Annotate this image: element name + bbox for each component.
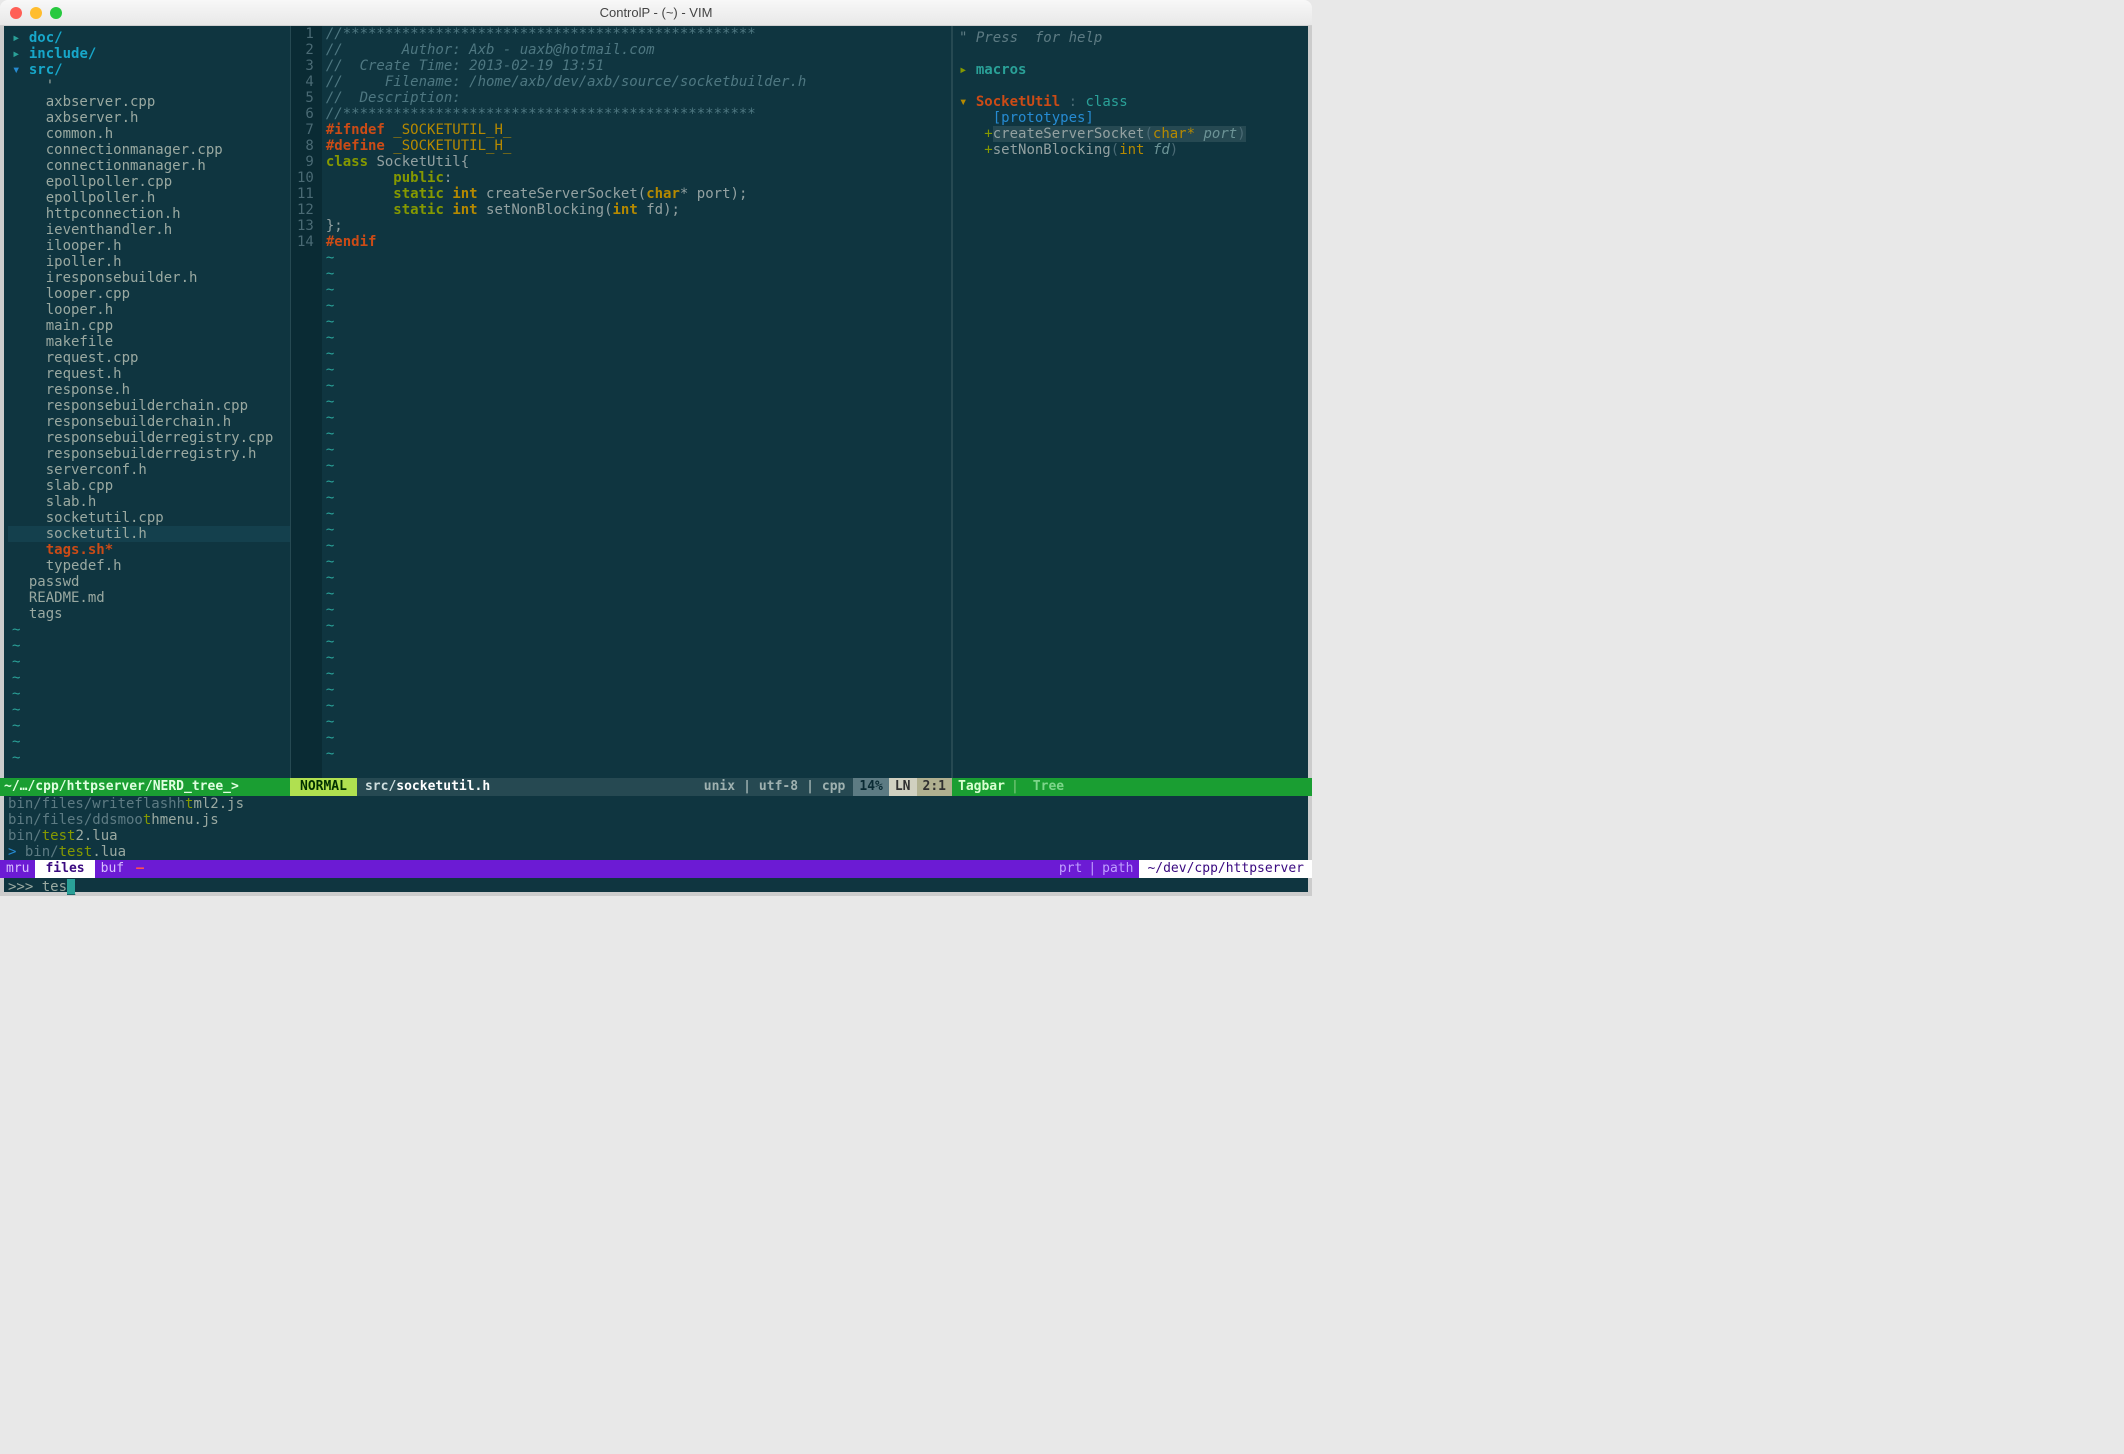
tree-file[interactable]: axbserver.h bbox=[8, 110, 290, 126]
tree-file[interactable]: tags bbox=[8, 606, 290, 622]
tree-file[interactable]: main.cpp bbox=[8, 318, 290, 334]
vim-window: ControlP - (~) - VIM ▸ doc/▸ include/▾ s… bbox=[0, 0, 1312, 896]
statusline-tagbar: Tagbar | Tree bbox=[952, 778, 1312, 796]
tree-file[interactable]: socketutil.cpp bbox=[8, 510, 290, 526]
tree-file[interactable]: socketutil.h bbox=[8, 526, 290, 542]
line-number-gutter: 1234567891011121314 bbox=[291, 26, 322, 778]
window-title: ControlP - (~) - VIM bbox=[0, 5, 1312, 20]
tree-file[interactable]: slab.cpp bbox=[8, 478, 290, 494]
ctrlp-path: path bbox=[1096, 860, 1139, 878]
tree-file[interactable]: responsebuilderchain.cpp bbox=[8, 398, 290, 414]
titlebar: ControlP - (~) - VIM bbox=[0, 0, 1312, 26]
tree-file[interactable]: serverconf.h bbox=[8, 462, 290, 478]
tree-file[interactable]: makefile bbox=[8, 334, 290, 350]
status-filetype: cpp bbox=[814, 778, 853, 796]
cursor-icon: _ bbox=[67, 879, 75, 895]
tree-file[interactable]: README.md bbox=[8, 590, 290, 606]
status-file: src/socketutil.h bbox=[357, 778, 498, 796]
tree-file[interactable]: slab.h bbox=[8, 494, 290, 510]
tree-file[interactable]: responsebuilderregistry.h bbox=[8, 446, 290, 462]
editor-area: ▸ doc/▸ include/▾ src/ ' axbserver.cpp a… bbox=[0, 26, 1312, 778]
ctrlp-mode-files[interactable]: files bbox=[35, 860, 94, 878]
ctrlp-result[interactable]: bin/files/ddsmoothmenu.js bbox=[8, 812, 1308, 828]
tree-file[interactable]: request.cpp bbox=[8, 350, 290, 366]
tree-file[interactable]: connectionmanager.h bbox=[8, 158, 290, 174]
tree-file[interactable]: ieventhandler.h bbox=[8, 222, 290, 238]
ctrlp-result[interactable]: bin/files/writeflashhtml2.js bbox=[8, 796, 1308, 812]
ctrlp-regex-icon: — bbox=[130, 860, 150, 878]
code-pane[interactable]: 1234567891011121314 //******************… bbox=[291, 26, 951, 778]
tree-file[interactable]: axbserver.cpp bbox=[8, 94, 290, 110]
tree-file[interactable]: tags.sh* bbox=[8, 542, 290, 558]
tree-file[interactable]: epollpoller.cpp bbox=[8, 174, 290, 190]
ctrlp-result[interactable]: > bin/test.lua bbox=[8, 844, 1308, 860]
ctrlp-input[interactable]: >>> tes_ bbox=[0, 878, 1312, 896]
tree-file[interactable]: response.h bbox=[8, 382, 290, 398]
tree-file[interactable]: responsebuilderregistry.cpp bbox=[8, 430, 290, 446]
tree-file[interactable]: looper.cpp bbox=[8, 286, 290, 302]
status-position: 2:1 bbox=[917, 778, 952, 796]
tagbar-pane[interactable]: " Press for help ▸ macros ▾ SocketUtil :… bbox=[952, 26, 1312, 778]
tree-file[interactable]: passwd bbox=[8, 574, 290, 590]
tree-file[interactable]: iresponsebuilder.h bbox=[8, 270, 290, 286]
nerdtree-pane[interactable]: ▸ doc/▸ include/▾ src/ ' axbserver.cpp a… bbox=[0, 26, 290, 778]
ctrlp-mode-buf[interactable]: buf bbox=[95, 860, 130, 878]
status-percent: 14% bbox=[853, 778, 888, 796]
tree-file[interactable]: ilooper.h bbox=[8, 238, 290, 254]
ctrlp-mode-mru[interactable]: mru bbox=[0, 860, 35, 878]
tree-file[interactable]: request.h bbox=[8, 366, 290, 382]
ctrlp-result[interactable]: bin/test2.lua bbox=[8, 828, 1308, 844]
source-code[interactable]: //**************************************… bbox=[322, 26, 806, 778]
tree-file[interactable]: ' bbox=[8, 78, 290, 94]
tree-file[interactable]: connectionmanager.cpp bbox=[8, 142, 290, 158]
statusline-nerdtree: ~/…/cpp/httpserver/NERD_tree_> bbox=[0, 778, 290, 796]
status-ln-label: LN bbox=[889, 778, 917, 796]
tree-file[interactable]: ipoller.h bbox=[8, 254, 290, 270]
statusline-main: NORMAL src/socketutil.h unix| utf-8| cpp… bbox=[290, 778, 952, 796]
ctrlp-cwd: ~/dev/cpp/httpserver bbox=[1139, 860, 1312, 878]
statusline: ~/…/cpp/httpserver/NERD_tree_> NORMAL sr… bbox=[0, 778, 1312, 796]
tree-file[interactable]: common.h bbox=[8, 126, 290, 142]
tree-file[interactable]: typedef.h bbox=[8, 558, 290, 574]
tree-file[interactable]: responsebuilderchain.h bbox=[8, 414, 290, 430]
vim-mode: NORMAL bbox=[290, 778, 357, 796]
tree-file[interactable]: httpconnection.h bbox=[8, 206, 290, 222]
status-encoding: utf-8 bbox=[751, 778, 806, 796]
ctrlp-prt: prt bbox=[1053, 860, 1088, 878]
tree-file[interactable]: epollpoller.h bbox=[8, 190, 290, 206]
status-fileformat: unix bbox=[696, 778, 743, 796]
tree-file[interactable]: looper.h bbox=[8, 302, 290, 318]
ctrlp-statusline: mru files buf — prt | path ~/dev/cpp/htt… bbox=[0, 860, 1312, 878]
ctrlp-results[interactable]: bin/files/writeflashhtml2.js bin/files/d… bbox=[0, 796, 1312, 860]
